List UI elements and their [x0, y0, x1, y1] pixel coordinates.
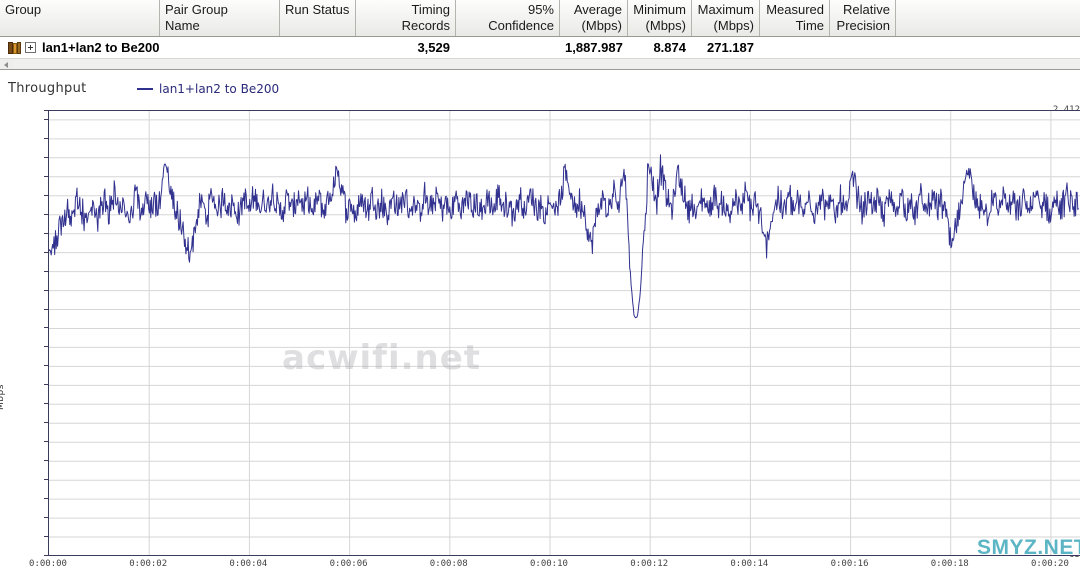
column-header-average-mbps[interactable]: Average (Mbps) [560, 0, 628, 36]
x-axis-tick-label: 0:00:06 [329, 559, 368, 568]
chart-title: Throughput [8, 81, 87, 96]
plot-area [48, 110, 1080, 555]
column-header-measured-time-sec[interactable]: MeasuredTime (sec) [760, 0, 830, 36]
column-header-blank[interactable] [896, 0, 1080, 36]
cell-group: lan1+lan2 to Be200 [42, 40, 160, 55]
x-axis-tick-label: 0:00:04 [229, 559, 268, 568]
x-axis-tick-label: 0:00:00 [29, 559, 67, 568]
column-header-group[interactable]: Group [0, 0, 160, 36]
x-axis-tick-label: 0:00:20 [1030, 559, 1069, 568]
legend-label: lan1+lan2 to Be200 [159, 82, 280, 96]
column-header-95-confidence-interval[interactable]: 95% ConfidenceInterval [456, 0, 560, 36]
column-header-relative-precision[interactable]: Relative Precision [830, 0, 896, 36]
x-axis-tick-label: 0:00:16 [830, 559, 869, 568]
chart-legend: lan1+lan2 to Be200 [137, 82, 279, 96]
x-axis-tick-label: 0:00:10 [530, 559, 568, 568]
cell-pair_group_name [160, 37, 280, 59]
x-axis-tick-label: 0:00:14 [730, 559, 769, 568]
x-axis-tick-label: 0:00:18 [930, 559, 969, 568]
cell-run_status [280, 37, 356, 59]
grid-header-row: Group Pair Group Name Run Status Timing Reco… [0, 0, 1080, 37]
legend-swatch-icon [137, 87, 153, 90]
cell-timing_records_completed: 3,529 [417, 40, 450, 55]
column-header-minimum-mbps[interactable]: Minimum (Mbps) [628, 0, 692, 36]
cell-measured_time_sec [760, 37, 830, 59]
cell-average_mbps: 1,887.987 [565, 40, 623, 55]
cell-relative_precision [830, 37, 896, 59]
cell-confidence_interval [456, 37, 560, 59]
cell-maximum_mbps: 271.187 [707, 40, 754, 55]
throughput-line [49, 154, 1079, 319]
table-row[interactable]: lan1+lan2 to Be200 3,529 1,887.987 8.874 271… [0, 37, 1080, 60]
column-header-maximum-mbps[interactable]: Maximum (Mbps) [692, 0, 760, 36]
cell-blank [896, 37, 1080, 59]
x-axis-tick-label: 0:00:08 [429, 559, 468, 568]
cell-minimum_mbps: 8.874 [653, 40, 686, 55]
results-grid: Group Pair Group Name Run Status Timing Reco… [0, 0, 1080, 71]
series-plot [49, 111, 1080, 555]
x-axis-line [48, 555, 1080, 556]
y-axis-title: Mbps [0, 384, 6, 410]
column-header-pair-group-name[interactable]: Pair Group Name [160, 0, 280, 36]
throughput-chart: Throughput lan1+lan2 to Be200 Mbps 2,412… [0, 70, 1080, 568]
x-axis-tick-label: 0:00:02 [129, 559, 168, 568]
x-axis-tick-label: 0:00:12 [630, 559, 669, 568]
column-header-run-status[interactable]: Run Status [280, 0, 356, 36]
iperf-results-window: Group Pair Group Name Run Status Timing Reco… [0, 0, 1080, 568]
column-header-timing-records-completed[interactable]: Timing RecordsCompleted [356, 0, 456, 36]
